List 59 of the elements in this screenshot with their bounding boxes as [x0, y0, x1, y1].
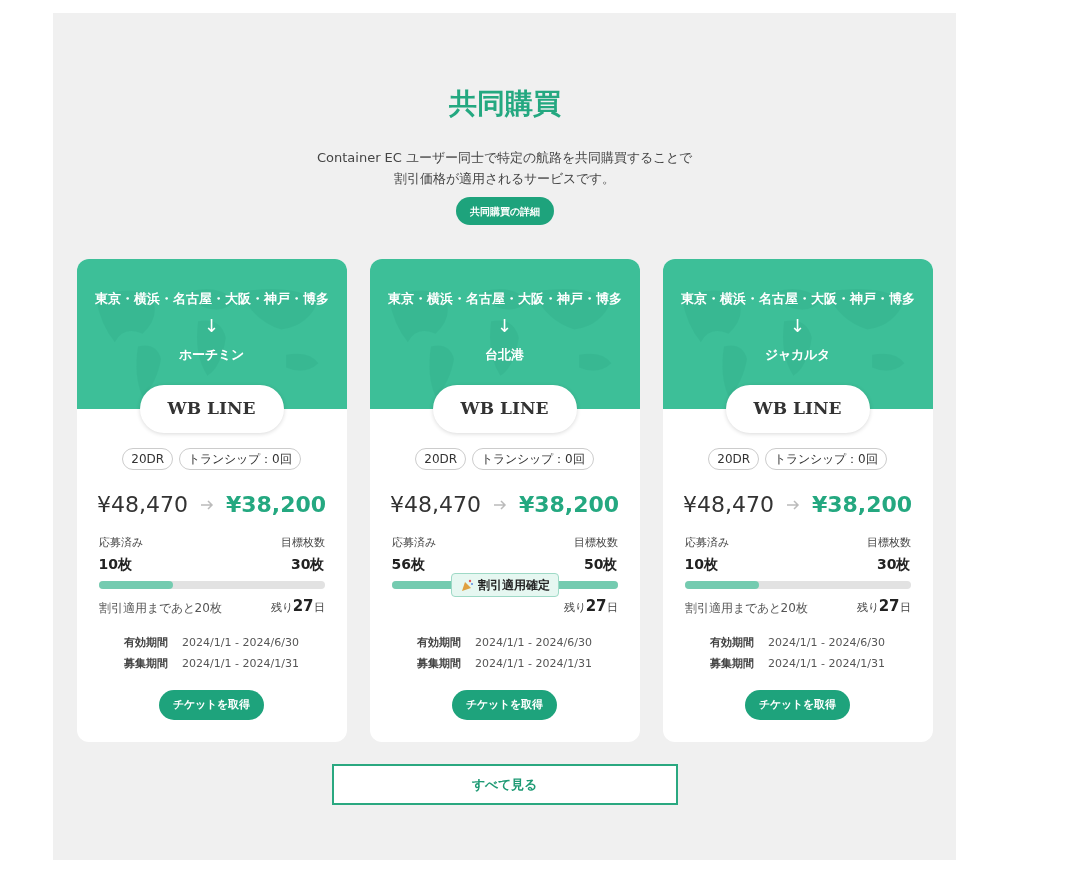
carrier-logo: WB LINE	[139, 385, 284, 433]
party-popper-icon	[459, 577, 474, 592]
confirmed-badge-overlay: 割引適用確定	[450, 572, 559, 597]
carrier-logo: WB LINE	[725, 385, 870, 433]
get-ticket-button[interactable]: チケットを取得	[159, 690, 264, 720]
applied-label: 応募済み	[684, 535, 729, 551]
period-dates: 2024/1/1 - 2024/6/30	[475, 635, 592, 651]
origin-ports: 東京・横浜・名古屋・大阪・神戸・博多	[680, 290, 915, 308]
target-count: 50枚	[584, 554, 618, 574]
remaining-note: 割引適用まであと20枚	[98, 600, 222, 617]
destination-port: ホーチミン	[179, 345, 244, 364]
origin-ports: 東京・横浜・名古屋・大阪・神戸・博多	[94, 290, 329, 308]
period-dates: 2024/1/1 - 2024/1/31	[182, 655, 299, 672]
right-arrow-icon	[785, 498, 800, 511]
remaining-note: 割引適用まであと20枚	[684, 600, 808, 617]
applied-label: 応募済み	[98, 535, 143, 551]
period-dates: 2024/1/1 - 2024/1/31	[768, 655, 885, 672]
down-arrow: ↓	[496, 316, 513, 335]
discount-price: ¥38,200	[225, 491, 327, 519]
carrier-logo: WB LINE	[432, 385, 577, 433]
target-label: 目標枚数	[280, 535, 325, 551]
days-left: 残り 27日	[856, 595, 911, 617]
period-label: 有効期間	[710, 635, 755, 651]
period-label: 募集期間	[710, 655, 755, 672]
original-price: ¥48,470	[389, 491, 481, 519]
period-dates: 2024/1/1 - 2024/1/31	[475, 655, 592, 672]
get-ticket-button[interactable]: チケットを取得	[745, 690, 850, 720]
destination-port: ジャカルタ	[765, 345, 830, 364]
period-label: 有効期間	[124, 635, 169, 651]
period-label: 募集期間	[417, 655, 462, 672]
origin-ports: 東京・横浜・名古屋・大阪・神戸・博多	[387, 290, 622, 308]
applied-label: 応募済み	[391, 535, 436, 551]
days-left: 残り 27日	[270, 595, 325, 617]
original-price: ¥48,470	[96, 491, 188, 519]
period-dates: 2024/1/1 - 2024/6/30	[768, 635, 885, 651]
applied-count: 10枚	[684, 554, 718, 574]
section-description: Container EC ユーザー同士で特定の航路を共同購買することで 割引価格が適用されるサービスです。	[316, 149, 693, 188]
destination-port: 台北港	[485, 345, 524, 364]
right-arrow-icon	[492, 498, 507, 511]
target-count: 30枚	[291, 554, 325, 574]
down-arrow: ↓	[789, 316, 806, 335]
discount-price: ¥38,200	[811, 491, 913, 519]
target-count: 30枚	[877, 554, 911, 574]
period-label: 有効期間	[417, 635, 462, 651]
period-dates: 2024/1/1 - 2024/6/30	[182, 635, 299, 651]
section-title: 共同購買	[448, 86, 561, 122]
target-label: 目標枚数	[866, 535, 911, 551]
target-label: 目標枚数	[573, 535, 618, 551]
days-left: 残り 27日	[563, 595, 618, 617]
right-arrow-icon	[199, 498, 214, 511]
applied-count: 10枚	[98, 554, 132, 574]
discount-price: ¥38,200	[518, 491, 620, 519]
detail-button[interactable]: 共同購買の詳細	[455, 197, 554, 225]
see-all-button[interactable]: すべて見る	[331, 764, 678, 805]
down-arrow: ↓	[203, 316, 220, 335]
applied-count: 56枚	[391, 554, 425, 574]
original-price: ¥48,470	[682, 491, 774, 519]
get-ticket-button[interactable]: チケットを取得	[452, 690, 557, 720]
period-label: 募集期間	[124, 655, 169, 672]
